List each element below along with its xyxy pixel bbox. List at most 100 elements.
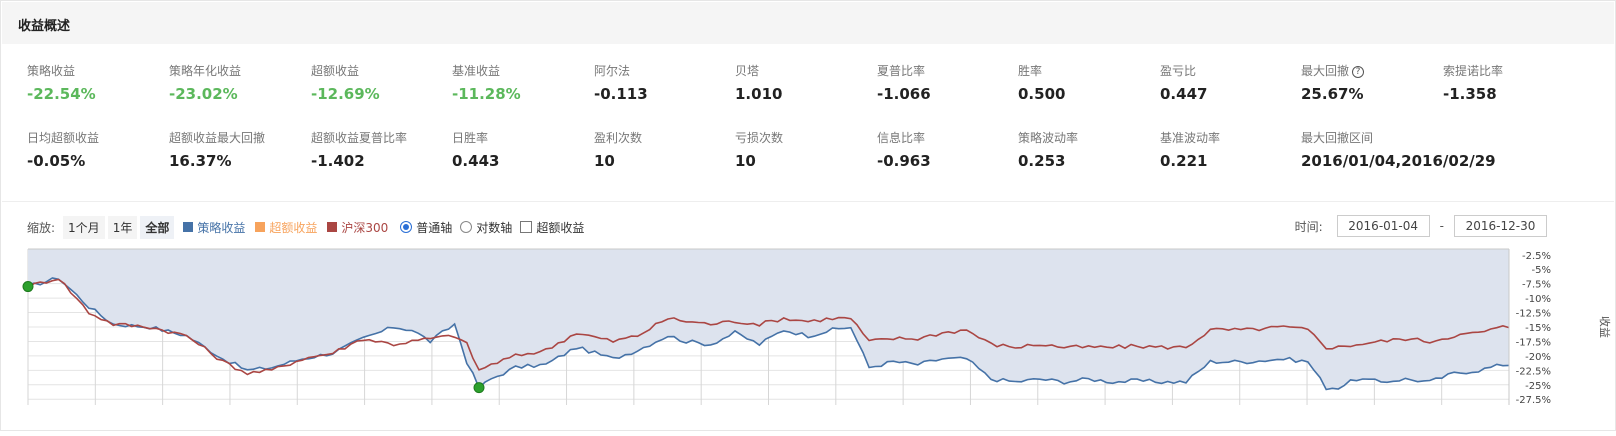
metric-label-text: 阿尔法 [594, 64, 631, 78]
time-label: 时间: [1294, 219, 1323, 234]
metric-label: 超额收益最大回撤 [169, 130, 309, 146]
metric-value: -22.54% [27, 85, 96, 103]
metric-label-text: 日均超额收益 [27, 131, 100, 145]
metric-label-text: 策略年化收益 [169, 64, 242, 78]
checkbox-icon [520, 221, 533, 233]
y-tick-label: -2.5% [1522, 251, 1551, 262]
metric: 策略波动率 0.253 [1018, 130, 1158, 170]
metric: 日胜率 0.443 [452, 130, 592, 170]
metric-value: 0.500 [1018, 85, 1066, 103]
metric-label: 最大回撤? [1301, 63, 1441, 79]
metric-label: 阿尔法 [594, 63, 734, 79]
log-axis-radio[interactable]: 对数轴 [460, 219, 512, 236]
returns-chart-svg: -2.5% -5% -7.5% -10% -12.5% -15% -17.5% -20% -22… [22, 248, 1612, 406]
returns-overview-panel: 收益概述 策略收益 -22.54% 策略年化收益 -23.02% 超额收益 -12.69%… [0, 0, 1616, 431]
legend-label: 超额收益 [269, 220, 318, 235]
zoom-1-year-button[interactable]: 1年 [107, 215, 138, 239]
start-date-input[interactable] [1336, 215, 1430, 237]
metric-value: 1.010 [735, 85, 783, 103]
metric-value: 2016/01/04,2016/02/29 [1301, 152, 1496, 170]
metric-value: -0.05% [27, 152, 86, 170]
metric: 夏普比率 -1.066 [877, 63, 1017, 103]
metric-label-text: 基准波动率 [1160, 131, 1221, 145]
legend-swatch [183, 222, 194, 232]
metric: 盈利次数 10 [594, 130, 734, 170]
metric-value: 10 [594, 152, 615, 170]
normal-axis-label: 普通轴 [416, 220, 453, 235]
metric-label: 超额收益 [311, 63, 451, 79]
metric: 策略年化收益 -23.02% [169, 63, 309, 103]
metric-label: 超额收益夏普比率 [311, 130, 451, 146]
metric-value: 0.447 [1160, 85, 1208, 103]
metric-value: -1.402 [311, 152, 365, 170]
metric-value: -11.28% [452, 85, 521, 103]
metric-label: 策略收益 [27, 63, 167, 79]
legend-csi300[interactable]: 沪深300 [327, 219, 388, 236]
metric: 超额收益夏普比率 -1.402 [311, 130, 451, 170]
end-date-input[interactable] [1454, 215, 1547, 237]
metric: 信息比率 -0.963 [877, 130, 1017, 170]
legend-swatch [255, 222, 266, 232]
panel-header: 收益概述 [2, 2, 1614, 44]
y-tick-label: -22.5% [1516, 366, 1551, 377]
metric: 超额收益最大回撤 16.37% [169, 130, 309, 170]
metric-value: -12.69% [311, 85, 380, 103]
y-axis-title: 收益 [1598, 316, 1612, 338]
y-tick-label: -10% [1525, 294, 1551, 305]
metric-label-text: 日胜率 [452, 131, 489, 145]
legend-label: 沪深300 [341, 220, 389, 235]
normal-axis-radio[interactable]: 普通轴 [400, 219, 452, 236]
drawdown-marker [22, 281, 34, 293]
metric-value: 0.253 [1018, 152, 1066, 170]
metric-label: 贝塔 [735, 63, 875, 79]
metric: 贝塔 1.010 [735, 63, 875, 103]
legend-excess-return[interactable]: 超额收益 [255, 219, 317, 236]
y-tick-label: -7.5% [1522, 280, 1551, 291]
metric-label: 信息比率 [877, 130, 1017, 146]
metric-value: -1.358 [1443, 85, 1497, 103]
excess-return-checkbox-label: 超额收益 [536, 220, 585, 235]
metric-value: -23.02% [169, 85, 238, 103]
help-icon[interactable]: ? [1352, 66, 1365, 78]
metric-label: 日均超额收益 [27, 130, 167, 146]
date-separator: - [1439, 219, 1444, 233]
metric-value: -0.113 [594, 85, 648, 103]
metric-value: -1.066 [877, 85, 931, 103]
metric: 基准收益 -11.28% [452, 63, 592, 103]
metric-value: 10 [735, 152, 756, 170]
returns-chart: -2.5% -5% -7.5% -10% -12.5% -15% -17.5% -20% -22… [1, 245, 1616, 432]
metric-label-text: 策略波动率 [1018, 131, 1079, 145]
metric-label-text: 超额收益夏普比率 [311, 131, 408, 145]
metric: 日均超额收益 -0.05% [27, 130, 167, 170]
metric: 策略收益 -22.54% [27, 63, 167, 103]
metric-label: 胜率 [1018, 63, 1158, 79]
metric: 亏损次数 10 [735, 130, 875, 170]
zoom-all-button[interactable]: 全部 [140, 215, 175, 239]
metric-label-text: 策略收益 [27, 64, 76, 78]
excess-return-checkbox[interactable]: 超额收益 [520, 219, 584, 236]
metric-label: 盈亏比 [1160, 63, 1300, 79]
zoom-1-month-button[interactable]: 1个月 [63, 215, 105, 239]
metric-label: 索提诺比率 [1443, 63, 1583, 79]
metric-label-text: 亏损次数 [735, 131, 784, 145]
metric: 超额收益 -12.69% [311, 63, 451, 103]
metric-value: 0.443 [452, 152, 500, 170]
legend-label: 策略收益 [197, 220, 246, 235]
metric-label-text: 盈利次数 [594, 131, 643, 145]
y-tick-label: -27.5% [1516, 395, 1551, 406]
legend-swatch [327, 222, 338, 232]
metric-label: 策略年化收益 [169, 63, 309, 79]
metric-label-text: 索提诺比率 [1443, 64, 1504, 78]
metric-value: -0.963 [877, 152, 931, 170]
log-axis-label: 对数轴 [476, 220, 513, 235]
metric-label-text: 贝塔 [735, 64, 760, 78]
legend-strategy-return[interactable]: 策略收益 [183, 219, 245, 236]
y-tick-label: -17.5% [1516, 337, 1551, 348]
y-tick-label: -5% [1532, 265, 1551, 276]
metric-label-text: 最大回撤 [1301, 64, 1350, 78]
y-tick-label: -12.5% [1516, 309, 1551, 320]
metric: 最大回撤? 25.67% [1301, 63, 1441, 103]
radio-checked-icon [400, 221, 413, 233]
y-tick-label: -20% [1525, 352, 1551, 363]
metric: 最大回撤区间 2016/01/04,2016/02/29 [1301, 130, 1496, 170]
